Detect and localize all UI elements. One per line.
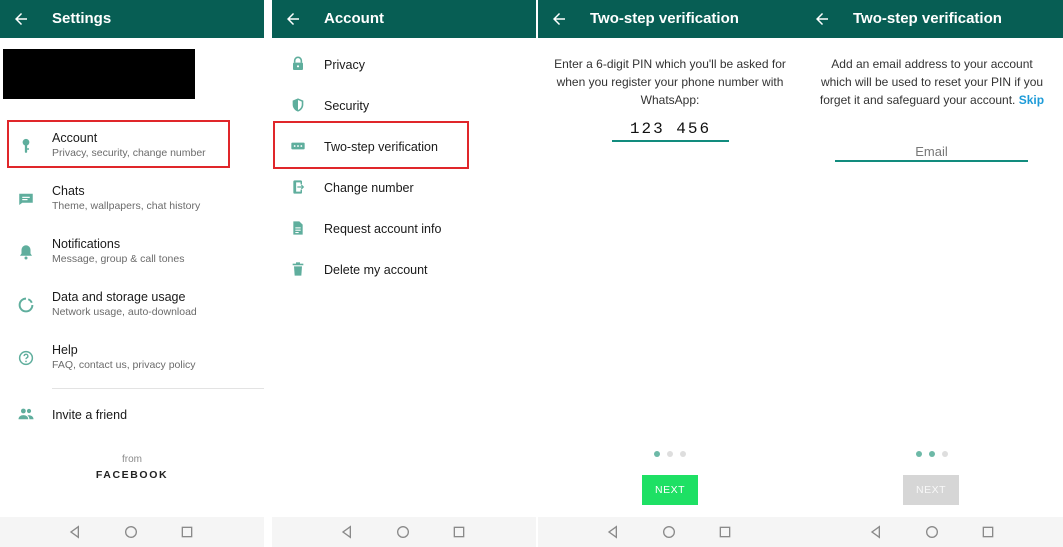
step-dot-active xyxy=(929,451,935,457)
email-input[interactable] xyxy=(835,142,1028,162)
settings-item-label: Help xyxy=(52,343,78,357)
account-item-label: Request account info xyxy=(324,222,442,236)
people-icon xyxy=(18,408,34,420)
back-arrow-icon[interactable] xyxy=(550,10,568,28)
back-arrow-icon[interactable] xyxy=(12,10,30,28)
step-indicator xyxy=(654,451,686,457)
account-item-request-info[interactable]: Request account info xyxy=(272,209,536,249)
two-step-app-bar: Two-step verification xyxy=(801,0,1063,38)
step-dot xyxy=(942,451,948,457)
back-arrow-icon[interactable] xyxy=(813,10,831,28)
invite-label: Invite a friend xyxy=(52,408,128,422)
settings-item-label: Notifications xyxy=(52,237,121,251)
phone-change-icon xyxy=(293,180,305,194)
page-title: Settings xyxy=(52,10,112,27)
page-title: Account xyxy=(324,10,384,27)
account-item-security[interactable]: Security xyxy=(272,86,536,126)
nav-back-icon[interactable] xyxy=(868,524,884,540)
nav-home-icon[interactable] xyxy=(123,524,139,540)
page-title: Two-step verification xyxy=(853,10,1002,27)
next-button-disabled[interactable]: NEXT xyxy=(903,475,959,505)
nav-recents-icon[interactable] xyxy=(717,524,733,540)
settings-item-subtitle: Network usage, auto-download xyxy=(52,306,197,318)
nav-back-icon[interactable] xyxy=(605,524,621,540)
step-dot-active xyxy=(916,451,922,457)
system-nav-bar xyxy=(272,517,536,547)
account-item-privacy[interactable]: Privacy xyxy=(272,45,536,85)
page-title: Two-step verification xyxy=(590,10,739,27)
pin-instruction: Enter a 6-digit PIN which you'll be aske… xyxy=(554,57,786,107)
settings-item-subtitle: Message, group & call tones xyxy=(52,253,185,265)
system-nav-bar xyxy=(0,517,264,547)
back-arrow-icon[interactable] xyxy=(284,10,302,28)
nav-back-icon[interactable] xyxy=(339,524,355,540)
nav-home-icon[interactable] xyxy=(395,524,411,540)
highlight-box-two-step xyxy=(273,121,469,169)
data-usage-icon xyxy=(18,297,34,313)
settings-screen: Settings Account Privacy, security, chan… xyxy=(0,0,264,547)
nav-recents-icon[interactable] xyxy=(980,524,996,540)
from-label: from xyxy=(122,454,142,465)
settings-item-label: Chats xyxy=(52,184,85,198)
step-indicator xyxy=(916,451,948,457)
nav-home-icon[interactable] xyxy=(661,524,677,540)
account-item-label: Security xyxy=(324,99,370,113)
skip-link[interactable]: Skip xyxy=(1019,93,1044,107)
account-item-delete[interactable]: Delete my account xyxy=(272,250,536,290)
settings-item-help[interactable]: Help FAQ, contact us, privacy policy xyxy=(0,334,264,382)
system-nav-bar xyxy=(801,517,1063,547)
step-dot xyxy=(667,451,673,457)
settings-item-subtitle: Theme, wallpapers, chat history xyxy=(52,200,201,212)
redacted-profile xyxy=(3,49,195,99)
settings-item-invite[interactable]: Invite a friend xyxy=(0,396,264,432)
settings-item-notifications[interactable]: Notifications Message, group & call tone… xyxy=(0,228,264,276)
shield-icon xyxy=(292,98,304,112)
two-step-email-screen: Two-step verification Add an email addre… xyxy=(801,0,1063,547)
email-instruction-text: Add an email address to your account whi… xyxy=(819,57,1044,107)
account-app-bar: Account xyxy=(272,0,536,38)
pin-input[interactable]: 123 456 xyxy=(612,118,729,142)
account-screen: Account Privacy Security Two-step verifi… xyxy=(272,0,536,547)
document-icon xyxy=(293,221,303,235)
facebook-logo: FACEBOOK xyxy=(95,469,169,481)
help-icon xyxy=(18,350,34,366)
step-dot xyxy=(680,451,686,457)
email-instruction: Add an email address to your account whi… xyxy=(817,55,1047,109)
account-item-change-number[interactable]: Change number xyxy=(272,168,536,208)
two-step-app-bar: Two-step verification xyxy=(538,0,802,38)
chat-icon xyxy=(19,193,33,205)
settings-item-data-storage[interactable]: Data and storage usage Network usage, au… xyxy=(0,281,264,329)
nav-recents-icon[interactable] xyxy=(179,524,195,540)
settings-item-label: Data and storage usage xyxy=(52,290,186,304)
settings-item-chats[interactable]: Chats Theme, wallpapers, chat history xyxy=(0,175,264,223)
lock-icon xyxy=(293,56,303,70)
two-step-pin-screen: Two-step verification Enter a 6-digit PI… xyxy=(538,0,802,547)
next-button[interactable]: NEXT xyxy=(642,475,698,505)
account-item-label: Privacy xyxy=(324,58,365,72)
nav-recents-icon[interactable] xyxy=(451,524,467,540)
trash-icon xyxy=(292,262,304,276)
account-item-label: Delete my account xyxy=(324,263,428,277)
step-dot-active xyxy=(654,451,660,457)
nav-home-icon[interactable] xyxy=(924,524,940,540)
settings-item-subtitle: FAQ, contact us, privacy policy xyxy=(52,359,196,371)
settings-app-bar: Settings xyxy=(0,0,264,38)
system-nav-bar xyxy=(538,517,802,547)
divider xyxy=(52,388,264,389)
bell-icon xyxy=(20,245,32,260)
nav-back-icon[interactable] xyxy=(67,524,83,540)
highlight-box-account xyxy=(7,120,230,168)
account-item-label: Change number xyxy=(324,181,414,195)
